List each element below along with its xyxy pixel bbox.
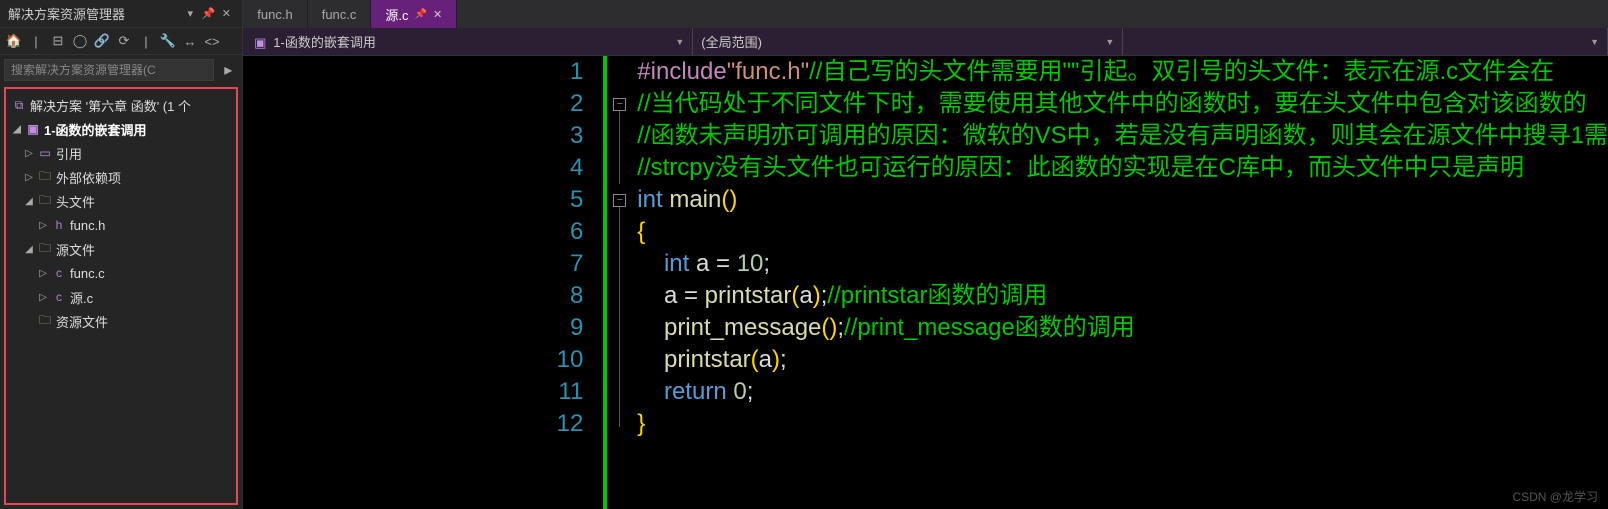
member-dropdown[interactable]: ▼ <box>1123 28 1608 55</box>
file-source-c[interactable]: ▷ c 源.c <box>8 285 234 309</box>
code-editor[interactable]: 123 456 789 101112 − − #include"func.h"/… <box>243 56 1608 509</box>
folder-icon: 🗀 <box>36 239 54 260</box>
scope-dropdown[interactable]: (全局范围) ▼ <box>693 28 1123 55</box>
panel-header: 解决方案资源管理器 ▾ 📌 ✕ <box>0 0 242 27</box>
nav-bar: ▣ 1-函数的嵌套调用 ▼ (全局范围) ▼ ▼ <box>243 28 1608 56</box>
properties-icon[interactable]: 🔧 <box>158 30 178 52</box>
solution-icon: ⧉ <box>10 98 28 113</box>
line-numbers: 123 456 789 101112 <box>243 56 603 509</box>
sources-label: 源文件 <box>56 240 95 259</box>
pin-icon[interactable]: 📌 <box>200 6 216 22</box>
external-deps-node[interactable]: ▷ 🗀 外部依赖项 <box>8 165 234 189</box>
tab-source-c[interactable]: 源.c 📌 ✕ <box>371 0 457 28</box>
solution-label: 解决方案 '第六章 函数' (1 个 <box>30 96 191 115</box>
search-input[interactable] <box>4 59 214 81</box>
dropdown-label: 1-函数的嵌套调用 <box>273 35 376 50</box>
chevron-right-icon[interactable]: ▷ <box>22 148 36 159</box>
watermark: CSDN @龙学习 <box>1512 488 1598 505</box>
sync-icon[interactable]: 🔗 <box>92 30 112 52</box>
close-icon[interactable]: ✕ <box>218 6 234 22</box>
solution-tree: ⧉ 解决方案 '第六章 函数' (1 个 ◢ ▣ 1-函数的嵌套调用 ▷ ▭ 引… <box>4 87 238 505</box>
toolbar-sep: | <box>136 30 156 52</box>
search-row: ▸ <box>0 55 242 85</box>
references-label: 引用 <box>56 144 82 163</box>
project-label: 1-函数的嵌套调用 <box>44 120 147 139</box>
chevron-right-icon[interactable]: ▷ <box>36 220 50 231</box>
fold-line <box>619 111 620 184</box>
gutter: 123 456 789 101112 − − <box>243 56 633 509</box>
back-icon[interactable]: ◯ <box>70 30 90 52</box>
headers-folder[interactable]: ◢ 🗀 头文件 <box>8 189 234 213</box>
tab-label: func.c <box>322 7 357 22</box>
pin-icon[interactable]: 📌 <box>415 9 427 20</box>
solution-explorer-panel: 解决方案资源管理器 ▾ 📌 ✕ 🏠 | ⊟ ◯ 🔗 ⟳ | 🔧 ↔ <> ▸ ⧉… <box>0 0 243 509</box>
project-icon: ▣ <box>251 35 269 51</box>
refresh-icon[interactable]: ⟳ <box>114 30 134 52</box>
solution-node[interactable]: ⧉ 解决方案 '第六章 函数' (1 个 <box>8 93 234 117</box>
home-icon[interactable]: 🏠 <box>4 30 24 52</box>
c-file-icon: c <box>50 290 68 304</box>
file-func-c[interactable]: ▷ c func.c <box>8 261 234 285</box>
collapse-icon[interactable]: ⊟ <box>48 30 68 52</box>
editor-area: func.h func.c 源.c 📌 ✕ ▣ 1-函数的嵌套调用 ▼ (全局范围… <box>243 0 1608 509</box>
project-icon: ▣ <box>24 122 42 136</box>
external-deps-label: 外部依赖项 <box>56 168 121 187</box>
code-content[interactable]: #include"func.h"//自己写的头文件需要用""引起。双引号的头文件… <box>633 56 1608 509</box>
tab-label: func.h <box>257 7 292 22</box>
sources-folder[interactable]: ◢ 🗀 源文件 <box>8 237 234 261</box>
tab-func-c[interactable]: func.c <box>308 0 372 28</box>
tab-label: 源.c <box>385 5 408 24</box>
fold-line <box>619 207 620 427</box>
close-tab-icon[interactable]: ✕ <box>433 8 442 21</box>
fold-toggle[interactable]: − <box>613 194 626 207</box>
fold-strip: − − <box>603 56 633 509</box>
panel-toolbar: 🏠 | ⊟ ◯ 🔗 ⟳ | 🔧 ↔ <> <box>0 27 242 55</box>
chevron-down-icon: ▼ <box>1590 37 1599 47</box>
file-func-h[interactable]: ▷ h func.h <box>8 213 234 237</box>
chevron-down-icon[interactable]: ◢ <box>10 124 24 135</box>
project-node[interactable]: ◢ ▣ 1-函数的嵌套调用 <box>8 117 234 141</box>
chevron-down-icon[interactable]: ◢ <box>22 196 36 207</box>
dropdown-label: (全局范围) <box>701 32 762 51</box>
dropdown-icon[interactable]: ▾ <box>182 6 198 22</box>
chevron-right-icon[interactable]: ▷ <box>36 268 50 279</box>
panel-title: 解决方案资源管理器 <box>8 4 182 23</box>
tab-func-h[interactable]: func.h <box>243 0 307 28</box>
chevron-down-icon[interactable]: ◢ <box>22 244 36 255</box>
references-icon: ▭ <box>36 146 54 160</box>
chevron-right-icon[interactable]: ▷ <box>36 292 50 303</box>
headers-label: 头文件 <box>56 192 95 211</box>
tab-bar: func.h func.c 源.c 📌 ✕ <box>243 0 1608 28</box>
project-dropdown[interactable]: ▣ 1-函数的嵌套调用 ▼ <box>243 28 693 55</box>
toolbar-sep: | <box>26 30 46 52</box>
resources-label: 资源文件 <box>56 312 108 331</box>
file-label: 源.c <box>70 288 93 307</box>
folder-icon: 🗀 <box>36 311 54 332</box>
file-label: func.h <box>70 218 105 233</box>
references-node[interactable]: ▷ ▭ 引用 <box>8 141 234 165</box>
search-go-icon[interactable]: ▸ <box>218 60 238 80</box>
fold-toggle[interactable]: − <box>613 98 626 111</box>
folder-icon: 🗀 <box>36 191 54 212</box>
c-file-icon: c <box>50 266 68 280</box>
header-file-icon: h <box>50 218 68 232</box>
folder-icon: 🗀 <box>36 167 54 188</box>
file-label: func.c <box>70 266 105 281</box>
scope-icon[interactable]: ↔ <box>180 30 200 52</box>
chevron-right-icon[interactable]: ▷ <box>22 172 36 183</box>
showall-icon[interactable]: <> <box>202 30 222 52</box>
resources-folder[interactable]: 🗀 资源文件 <box>8 309 234 333</box>
chevron-down-icon: ▼ <box>675 37 684 47</box>
chevron-down-icon: ▼ <box>1105 37 1114 47</box>
